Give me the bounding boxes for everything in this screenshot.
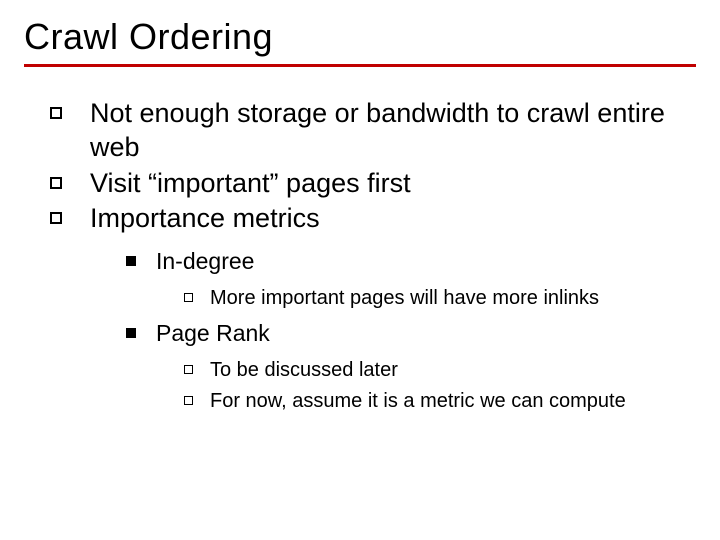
slide-body: Not enough storage or bandwidth to crawl… <box>24 73 696 415</box>
title-underline <box>24 64 696 67</box>
bullet-list-level3: To be discussed later For now, assume it… <box>156 357 686 415</box>
bullet-l1-item: Visit “important” pages first <box>44 167 686 201</box>
slide: Crawl Ordering Not enough storage or ban… <box>0 0 720 540</box>
bullet-l2-item: Page Rank To be discussed later For now,… <box>120 318 686 415</box>
bullet-list-level2: In-degree More important pages will have… <box>90 246 686 415</box>
bullet-l2-text: In-degree <box>156 248 254 274</box>
title-block: Crawl Ordering <box>24 12 696 67</box>
bullet-l1-text: Importance metrics <box>90 203 320 233</box>
slide-title: Crawl Ordering <box>24 12 696 64</box>
bullet-list-level1: Not enough storage or bandwidth to crawl… <box>44 97 686 415</box>
bullet-l3-item: For now, assume it is a metric we can co… <box>180 388 686 415</box>
bullet-l3-item: More important pages will have more inli… <box>180 285 686 312</box>
bullet-list-level3: More important pages will have more inli… <box>156 285 686 312</box>
bullet-l1-item: Importance metrics In-degree More import… <box>44 202 686 415</box>
bullet-l3-item: To be discussed later <box>180 357 686 384</box>
bullet-l2-text: Page Rank <box>156 320 270 346</box>
bullet-l1-item: Not enough storage or bandwidth to crawl… <box>44 97 686 165</box>
bullet-l2-item: In-degree More important pages will have… <box>120 246 686 312</box>
